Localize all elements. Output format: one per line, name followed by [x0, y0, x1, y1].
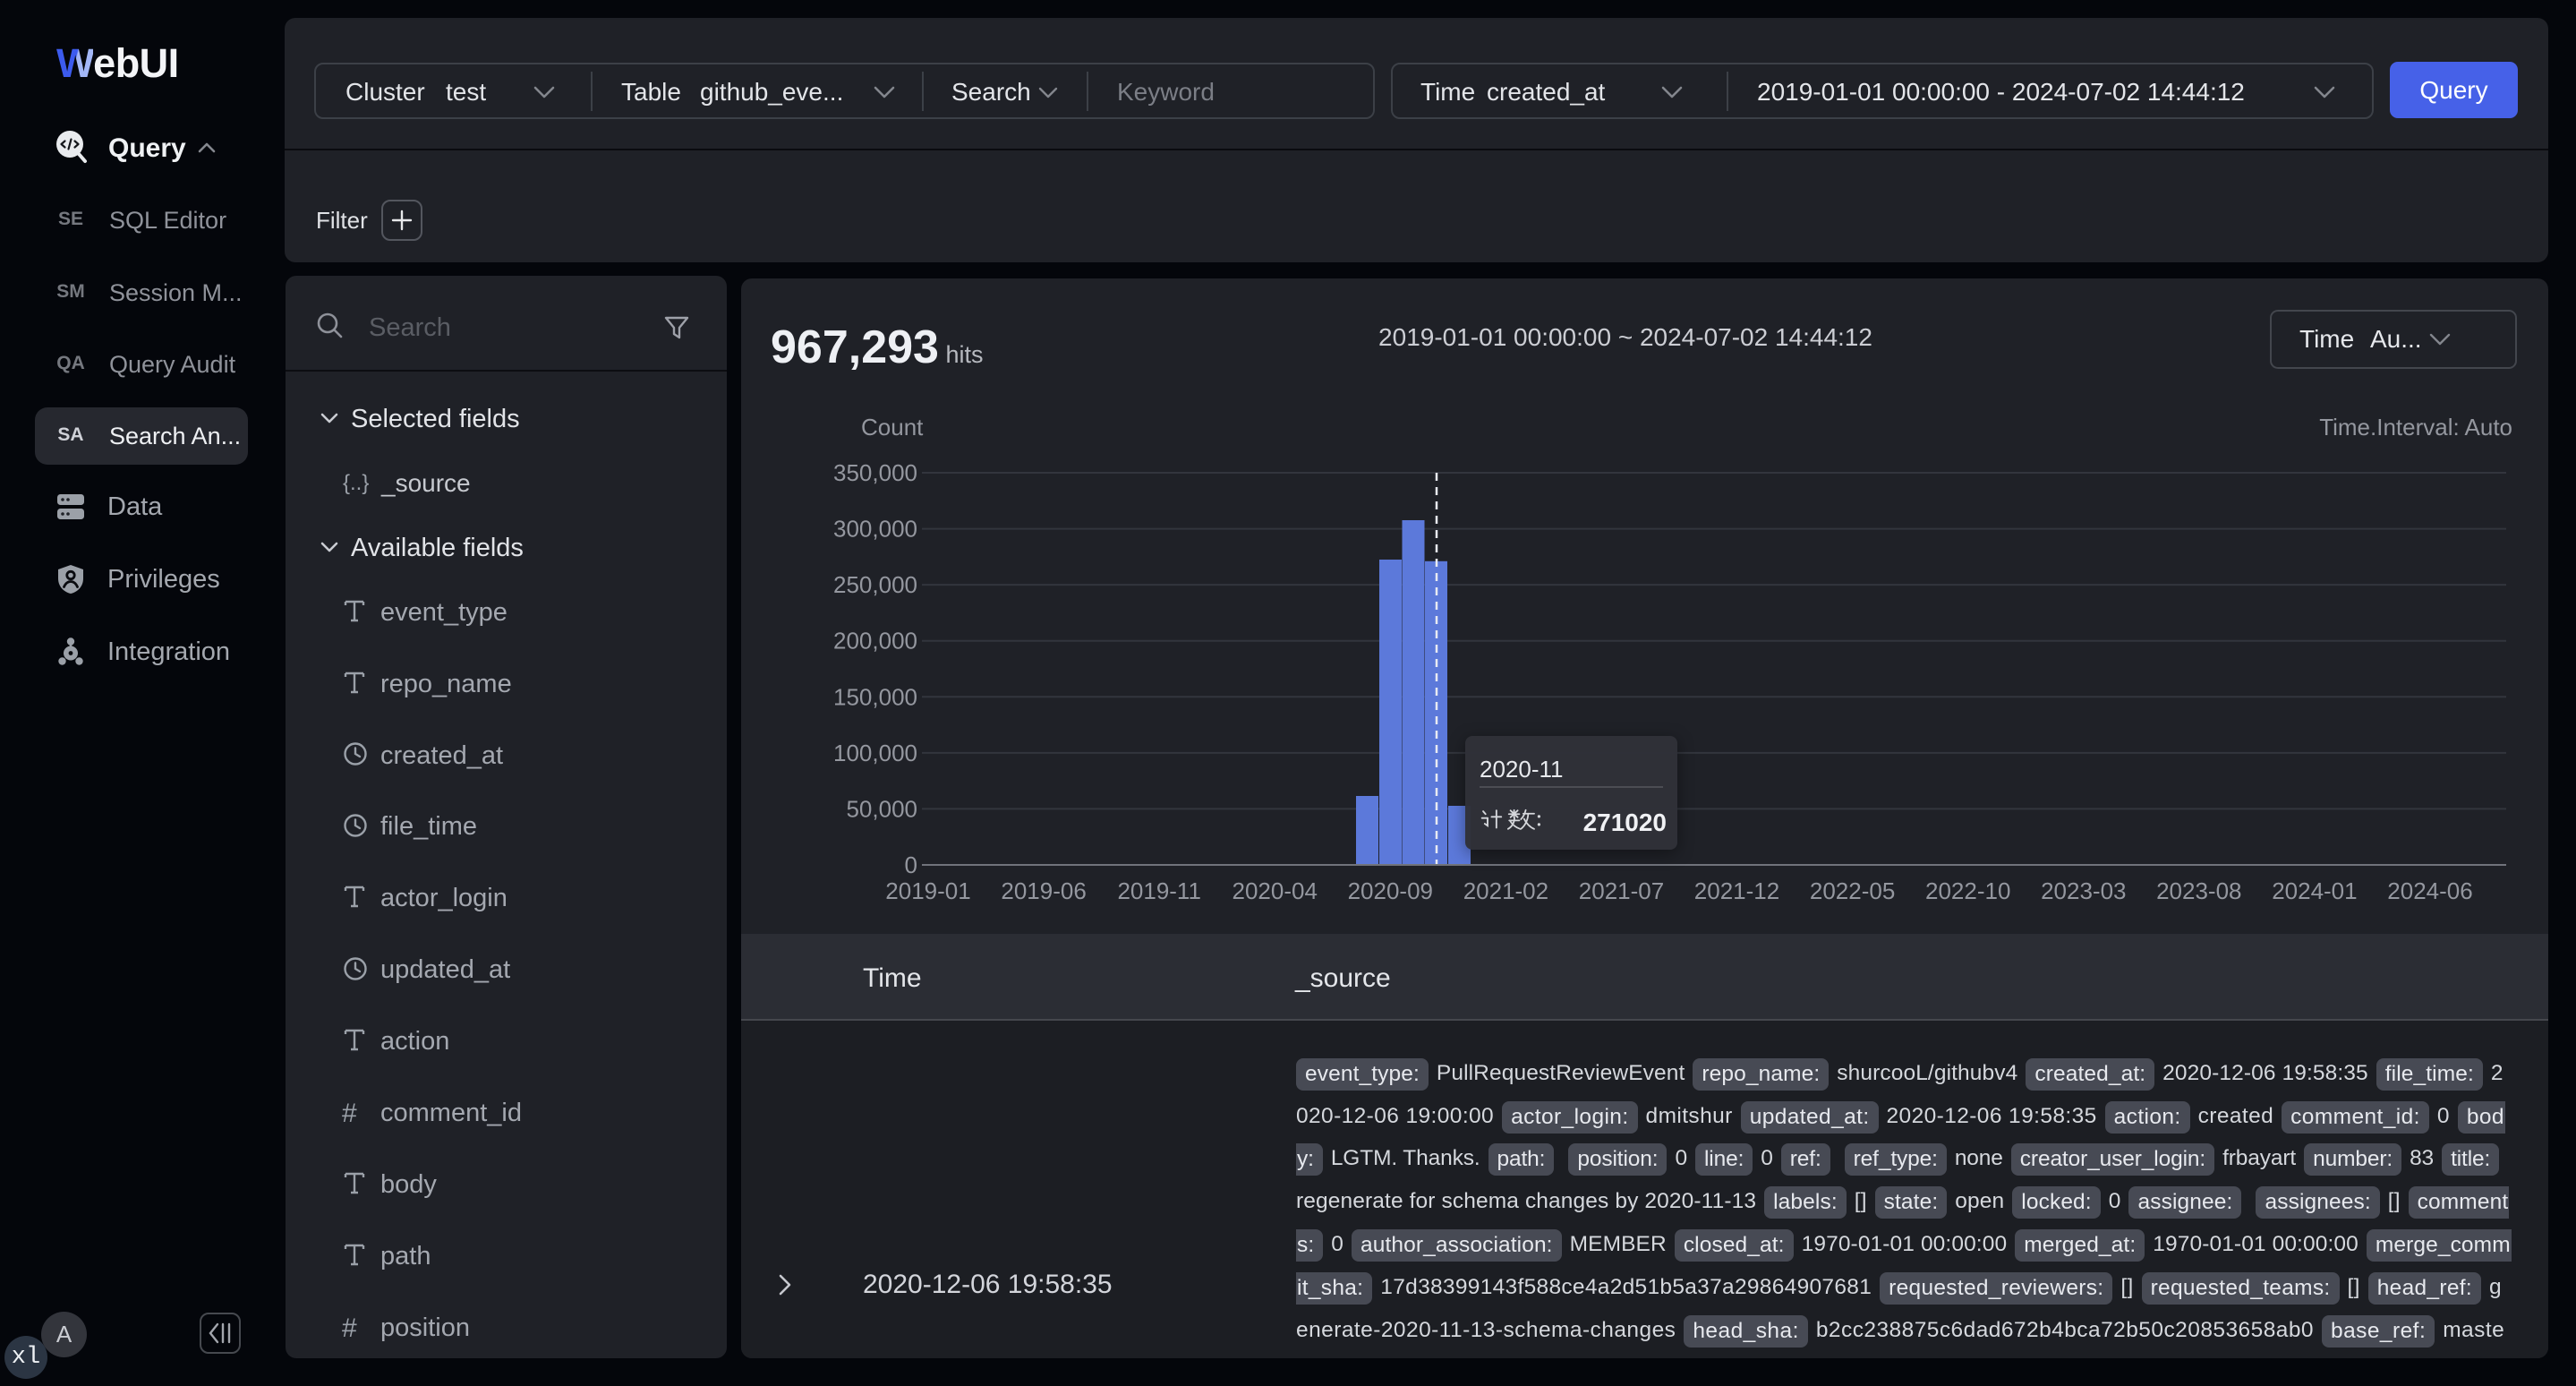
svg-text:2024-01: 2024-01: [2272, 877, 2357, 904]
svg-text:2022-10: 2022-10: [1925, 877, 2010, 904]
svg-text:2021-12: 2021-12: [1694, 877, 1779, 904]
svg-text:50,000: 50,000: [846, 795, 917, 822]
svg-text:200,000: 200,000: [833, 628, 917, 654]
svg-text:2019-11: 2019-11: [1117, 877, 1201, 904]
svg-text:2020-09: 2020-09: [1348, 877, 1433, 904]
svg-text:2021-07: 2021-07: [1579, 877, 1664, 904]
svg-text:2019-06: 2019-06: [1001, 877, 1086, 904]
svg-text:2023-08: 2023-08: [2156, 877, 2241, 904]
svg-text:100,000: 100,000: [833, 740, 917, 766]
svg-text:2019-01: 2019-01: [885, 877, 970, 904]
svg-text:300,000: 300,000: [833, 516, 917, 543]
svg-text:2022-05: 2022-05: [1810, 877, 1895, 904]
svg-text:350,000: 350,000: [833, 459, 917, 486]
svg-text:0: 0: [905, 851, 917, 878]
svg-text:2024-06: 2024-06: [2387, 877, 2472, 904]
svg-text:2023-03: 2023-03: [2041, 877, 2126, 904]
svg-text:2021-02: 2021-02: [1463, 877, 1548, 904]
svg-text:250,000: 250,000: [833, 571, 917, 598]
svg-text:150,000: 150,000: [833, 683, 917, 710]
svg-text:2020-04: 2020-04: [1232, 877, 1317, 904]
